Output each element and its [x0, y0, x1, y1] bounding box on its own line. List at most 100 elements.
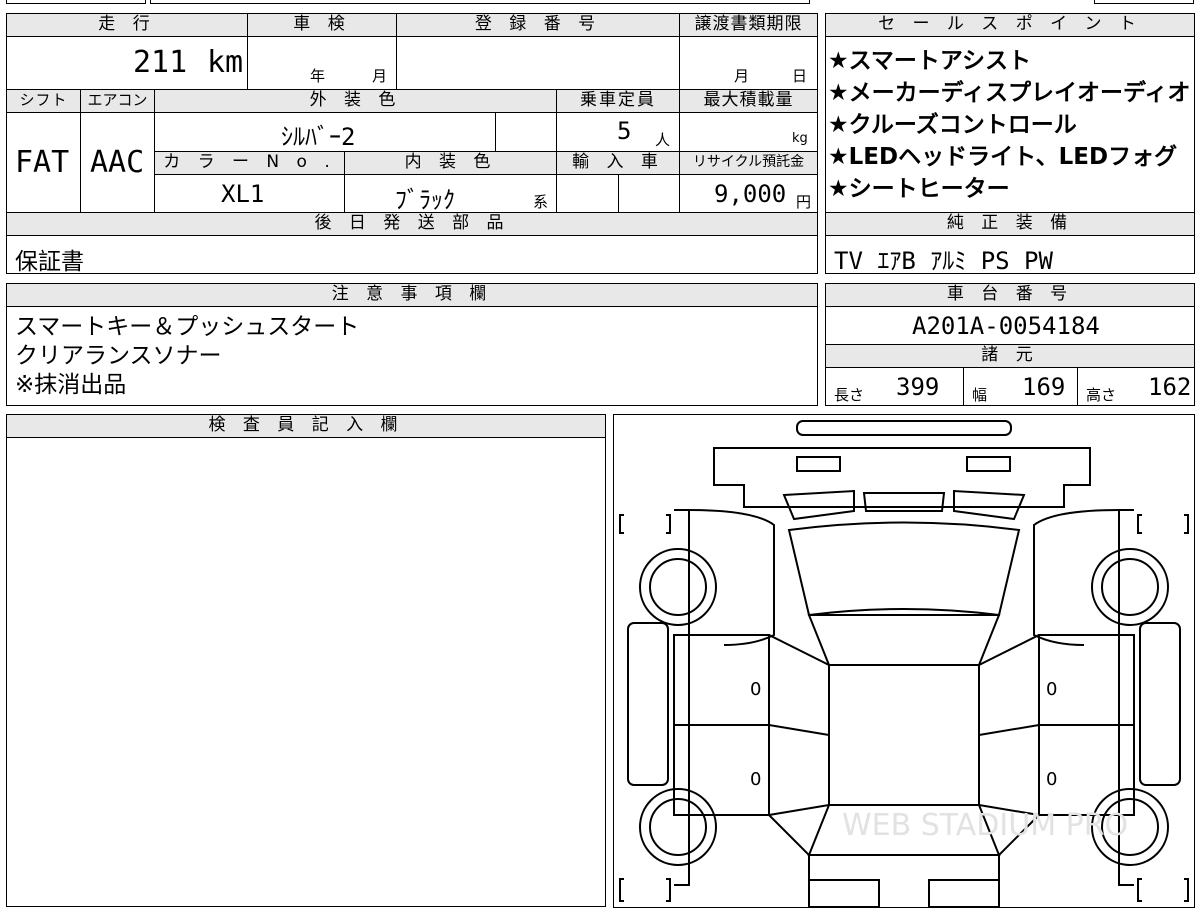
color-no-value: XL1 — [221, 180, 265, 208]
spec-width-cell: 幅 169 — [963, 367, 1078, 406]
chassis-number-value: A201A-0054184 — [912, 312, 1100, 340]
left-front-wheel-inner — [649, 558, 707, 616]
center-grille — [862, 492, 946, 512]
capacity-unit: 人 — [655, 131, 671, 149]
left-front-mark: 0 — [750, 679, 761, 700]
front-bumper — [796, 420, 1012, 436]
left-grille — [782, 489, 855, 521]
watermark: WEB STADIUM PRO — [842, 808, 1128, 843]
transfer-deadline-cell: 月 日 — [679, 36, 818, 90]
sales-points-body: ★スマートアシスト ★メーカーディスプレイオーディオ ★クルーズコントロール ★… — [825, 36, 1195, 213]
exterior-color-value: ｼﾙﾊﾞｰ2 — [281, 123, 356, 151]
import-header: 輸 入 車 — [556, 151, 680, 175]
right-pillars — [978, 634, 1040, 816]
car-diagram: 0 0 0 0 WEB STADIUM PRO — [619, 420, 1189, 907]
car-diagram-frame: 0 0 0 0 WEB STADIUM PRO — [613, 414, 1195, 908]
spec-height-cell: 高さ 162 — [1077, 367, 1195, 406]
right-front-fender — [1033, 509, 1120, 646]
note-item: クリアランスソナー — [15, 343, 222, 369]
registration-header: 登 録 番 号 — [396, 13, 680, 37]
exterior-color-sub-cell — [495, 112, 557, 152]
mileage-unit: km — [207, 45, 244, 80]
left-front-wheel — [639, 548, 717, 626]
registration-cell — [396, 36, 680, 90]
roof — [828, 664, 980, 806]
recycle-header: リサイクル預託金 — [679, 151, 818, 175]
max-load-header: 最大積載量 — [679, 89, 818, 113]
rear-right-lamp — [928, 879, 1000, 907]
recycle-cell: 9,000 円 — [679, 174, 818, 213]
left-rear-wheel-inner — [649, 798, 707, 856]
shift-value: FAT — [15, 145, 70, 180]
inspection-header: 車 検 — [247, 13, 397, 37]
spec-length-label: 長さ — [834, 386, 865, 404]
front-panel — [713, 447, 1091, 508]
spec-width-value: 169 — [1022, 373, 1066, 401]
sales-point-item: ★クルーズコントロール — [828, 112, 1077, 138]
left-front-fender — [688, 509, 775, 646]
color-no-header: カ ラ ー N o . — [154, 151, 345, 175]
aircon-value: AAC — [90, 145, 145, 180]
chassis-number-cell: A201A-0054184 — [825, 306, 1195, 345]
mileage-value: 211 — [133, 45, 188, 80]
capacity-header: 乗車定員 — [556, 89, 680, 113]
interior-color-value: ﾌﾞﾗｯｸ — [395, 186, 455, 213]
genuine-equipment-value: TV ｴｱB ｱﾙﾐ PS PW — [834, 247, 1053, 274]
left-rear-bracket — [619, 878, 671, 902]
sales-point-item: ★メーカーディスプレイオーディオ — [828, 80, 1191, 106]
shift-cell: FAT — [6, 112, 81, 213]
right-headlight — [966, 456, 1011, 472]
left-side-panel — [627, 622, 669, 786]
inspector-header: 検 査 員 記 入 欄 — [6, 414, 606, 438]
interior-color-suffix: 系 — [533, 193, 549, 211]
capacity-value: 5 — [617, 117, 632, 145]
left-front-bracket — [619, 514, 671, 534]
genuine-equipment-cell: TV ｴｱB ｱﾙﾐ PS PW — [825, 235, 1195, 274]
import-cell-left — [556, 174, 619, 213]
sales-points-header: セ ー ル ス ポ イ ン ト — [825, 13, 1195, 37]
aircon-cell: AAC — [80, 112, 155, 213]
genuine-equipment-header: 純 正 装 備 — [825, 212, 1195, 236]
inspection-cell: 年 月 — [247, 36, 397, 90]
right-rear-mark: 0 — [1046, 769, 1057, 790]
right-front-wheel — [1091, 548, 1169, 626]
later-parts-value: 保証書 — [15, 249, 84, 274]
mileage-cell: 211 km — [6, 36, 248, 90]
aircon-header: エアコン — [80, 89, 155, 113]
windshield — [787, 521, 1021, 617]
inspector-body — [6, 437, 606, 907]
interior-color-header: 内 装 色 — [344, 151, 557, 175]
spec-height-value: 162 — [1148, 373, 1192, 401]
left-rear-mark: 0 — [750, 769, 761, 790]
transfer-deadline-header: 譲渡書類期限 — [679, 13, 818, 37]
exterior-color-cell: ｼﾙﾊﾞｰ2 — [154, 112, 496, 152]
left-headlight — [796, 456, 841, 472]
max-load-unit: kg — [792, 131, 808, 146]
specs-header: 諸 元 — [825, 344, 1195, 368]
shift-header: シフト — [6, 89, 81, 113]
notes-list: スマートキー＆プッシュスタート クリアランスソナー ※抹消出品 — [15, 313, 359, 400]
inspection-year-label: 年 — [310, 67, 326, 85]
sales-point-item: ★シートヒーター — [828, 176, 1010, 202]
left-rear-wheel — [639, 788, 717, 866]
mileage-header: 走 行 — [6, 13, 248, 37]
notes-header: 注 意 事 項 欄 — [6, 283, 818, 307]
roof-front — [807, 614, 1001, 666]
spec-height-label: 高さ — [1086, 386, 1117, 404]
right-front-mark: 0 — [1046, 679, 1057, 700]
import-cell-right — [618, 174, 680, 213]
right-grille — [953, 489, 1026, 521]
transfer-day-label: 日 — [792, 67, 808, 85]
right-front-wheel-inner — [1101, 558, 1159, 616]
left-side-outline — [674, 509, 690, 886]
left-pillars — [768, 634, 830, 816]
spec-length-value: 399 — [896, 373, 940, 401]
recycle-value: 9,000 — [714, 180, 787, 208]
note-item: スマートキー＆プッシュスタート — [15, 314, 360, 340]
note-item: ※抹消出品 — [15, 372, 127, 398]
sales-point-item: ★スマートアシスト — [828, 48, 1032, 74]
spec-width-label: 幅 — [972, 386, 988, 404]
capacity-cell: 5 人 — [556, 112, 680, 152]
interior-color-cell: ﾌﾞﾗｯｸ 系 — [344, 174, 557, 213]
sales-points-list: ★スマートアシスト ★メーカーディスプレイオーディオ ★クルーズコントロール ★… — [828, 45, 1190, 205]
